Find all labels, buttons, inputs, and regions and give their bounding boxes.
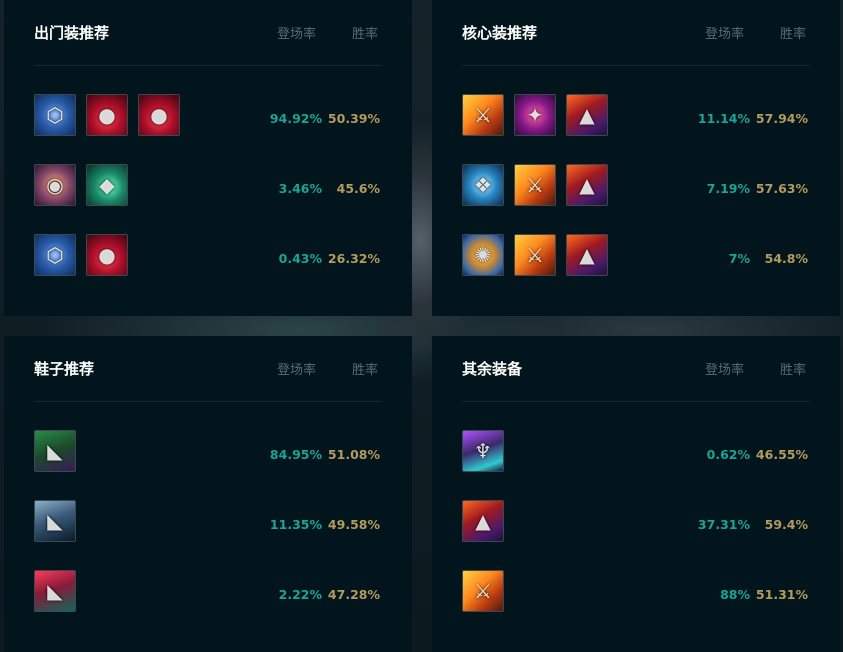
item-icons: ◣ bbox=[34, 560, 258, 612]
corrupting-potion-icon[interactable]: ◉ bbox=[34, 164, 76, 206]
infinity-edge-icon[interactable]: ⚔ bbox=[514, 234, 556, 276]
win-rate-value: 51.08% bbox=[327, 446, 380, 462]
build-row[interactable]: ⚔ 88% 51.31% bbox=[462, 559, 810, 629]
pick-rate-header: 登场率 bbox=[704, 27, 744, 42]
win-rate-value: 47.28% bbox=[327, 586, 380, 602]
item-icons: ⚔ ✦ ▲ bbox=[462, 84, 686, 136]
wizard-hat-icon[interactable]: ▲ bbox=[462, 500, 504, 542]
build-row[interactable]: ◣ 2.22% 47.28% bbox=[34, 559, 382, 629]
item-icons: ✺ ⚔ ▲ bbox=[462, 224, 686, 276]
pick-rate-value: 37.31% bbox=[697, 516, 750, 532]
panel-title: 其余装备 bbox=[462, 360, 523, 378]
win-rate-value: 46.55% bbox=[755, 446, 808, 462]
infinity-edge-icon[interactable]: ⚔ bbox=[462, 570, 504, 612]
pick-rate-header: 登场率 bbox=[704, 363, 744, 378]
pick-rate-value: 88% bbox=[720, 586, 750, 602]
shadowflame-icon[interactable]: ✦ bbox=[514, 94, 556, 136]
build-row[interactable]: ⬡ ● ● 94.92% 50.39% bbox=[34, 83, 382, 153]
pick-rate-value: 3.46% bbox=[278, 180, 322, 196]
win-rate-value: 49.58% bbox=[327, 516, 380, 532]
panel-boots: 鞋子推荐 登场率 胜率 ◣ 84.95% 51.08% ◣ 11.35% 49.58% ◣ 2… bbox=[4, 336, 412, 652]
health-potion-icon[interactable]: ● bbox=[86, 94, 128, 136]
panel-title: 鞋子推荐 bbox=[34, 360, 95, 378]
build-rows: ⬡ ● ● 94.92% 50.39% ◉ ◆ 3.46% 45.6% ⬡ ● 0.43% 26.32% bbox=[34, 66, 382, 293]
void-staff-icon[interactable]: ♆ bbox=[462, 430, 504, 472]
nashors-tooth-icon[interactable]: ❖ bbox=[462, 164, 504, 206]
item-icons: ▲ bbox=[462, 490, 686, 542]
item-icons: ♆ bbox=[462, 420, 686, 472]
build-row[interactable]: ❖ ⚔ ▲ 7.19% 57.63% bbox=[462, 153, 810, 223]
pick-rate-value: 7.19% bbox=[706, 180, 750, 196]
panel-header: 核心装推荐 登场率 胜率 bbox=[462, 0, 810, 66]
win-rate-value: 54.8% bbox=[764, 250, 808, 266]
win-rate-header: 胜率 bbox=[779, 27, 806, 42]
build-row[interactable]: ✺ ⚔ ▲ 7% 54.8% bbox=[462, 223, 810, 293]
item-icons: ◉ ◆ bbox=[34, 154, 258, 206]
pick-rate-header: 登场率 bbox=[276, 27, 316, 42]
build-row[interactable]: ◉ ◆ 3.46% 45.6% bbox=[34, 153, 382, 223]
build-rows: ◣ 84.95% 51.08% ◣ 11.35% 49.58% ◣ 2.22% 47.28% bbox=[34, 402, 382, 629]
build-row[interactable]: ◣ 11.35% 49.58% bbox=[34, 489, 382, 559]
infinity-edge-icon[interactable]: ⚔ bbox=[462, 94, 504, 136]
dorans-shield-icon[interactable]: ⬡ bbox=[34, 234, 76, 276]
wizard-hat-icon[interactable]: ▲ bbox=[566, 164, 608, 206]
health-potion-icon[interactable]: ● bbox=[138, 94, 180, 136]
dorans-shield-icon[interactable]: ⬡ bbox=[34, 94, 76, 136]
win-rate-value: 51.31% bbox=[755, 586, 808, 602]
plated-steelcaps-icon[interactable]: ◣ bbox=[34, 500, 76, 542]
win-rate-value: 45.6% bbox=[336, 180, 380, 196]
win-rate-header: 胜率 bbox=[779, 363, 806, 378]
win-rate-value: 50.39% bbox=[327, 110, 380, 126]
item-icons: ⬡ ● bbox=[34, 224, 258, 276]
pick-rate-value: 11.35% bbox=[269, 516, 322, 532]
item-icons: ❖ ⚔ ▲ bbox=[462, 154, 686, 206]
build-row[interactable]: ▲ 37.31% 59.4% bbox=[462, 489, 810, 559]
panel-header: 鞋子推荐 登场率 胜率 bbox=[34, 336, 382, 402]
panel-header: 其余装备 登场率 胜率 bbox=[462, 336, 810, 402]
win-rate-value: 59.4% bbox=[764, 516, 808, 532]
wizard-hat-icon[interactable]: ▲ bbox=[566, 234, 608, 276]
win-rate-header: 胜率 bbox=[351, 363, 378, 378]
build-row[interactable]: ◣ 84.95% 51.08% bbox=[34, 419, 382, 489]
stormsurge-icon[interactable]: ✺ bbox=[462, 234, 504, 276]
pick-rate-value: 7% bbox=[728, 250, 750, 266]
panel-start: 出门装推荐 登场率 胜率 ⬡ ● ● 94.92% 50.39% ◉ ◆ 3.46% 45.6%… bbox=[4, 0, 412, 316]
item-icons: ⬡ ● ● bbox=[34, 84, 258, 136]
refillable-potion-icon[interactable]: ◆ bbox=[86, 164, 128, 206]
mercury-treads-icon[interactable]: ◣ bbox=[34, 570, 76, 612]
pick-rate-value: 11.14% bbox=[697, 110, 750, 126]
win-rate-value: 26.32% bbox=[327, 250, 380, 266]
build-rows: ♆ 0.62% 46.55% ▲ 37.31% 59.4% ⚔ 88% 51.31% bbox=[462, 402, 810, 629]
pick-rate-header: 登场率 bbox=[276, 363, 316, 378]
infinity-edge-icon[interactable]: ⚔ bbox=[514, 164, 556, 206]
build-rows: ⚔ ✦ ▲ 11.14% 57.94% ❖ ⚔ ▲ 7.19% 57.63% ✺ ⚔ ▲ 7% 54.8% bbox=[462, 66, 810, 293]
pick-rate-value: 94.92% bbox=[269, 110, 322, 126]
item-icons: ◣ bbox=[34, 490, 258, 542]
pick-rate-value: 84.95% bbox=[269, 446, 322, 462]
item-icons: ◣ bbox=[34, 420, 258, 472]
build-row[interactable]: ⚔ ✦ ▲ 11.14% 57.94% bbox=[462, 83, 810, 153]
pick-rate-value: 2.22% bbox=[278, 586, 322, 602]
win-rate-header: 胜率 bbox=[351, 27, 378, 42]
panel-title: 核心装推荐 bbox=[462, 24, 538, 42]
panel-core: 核心装推荐 登场率 胜率 ⚔ ✦ ▲ 11.14% 57.94% ❖ ⚔ ▲ 7.19% 57.6… bbox=[432, 0, 840, 316]
panel-title: 出门装推荐 bbox=[34, 24, 110, 42]
pick-rate-value: 0.43% bbox=[278, 250, 322, 266]
sorcerers-shoes-icon[interactable]: ◣ bbox=[34, 430, 76, 472]
item-icons: ⚔ bbox=[462, 560, 686, 612]
build-row[interactable]: ⬡ ● 0.43% 26.32% bbox=[34, 223, 382, 293]
win-rate-value: 57.63% bbox=[755, 180, 808, 196]
wizard-hat-icon[interactable]: ▲ bbox=[566, 94, 608, 136]
health-potion-icon[interactable]: ● bbox=[86, 234, 128, 276]
pick-rate-value: 0.62% bbox=[706, 446, 750, 462]
build-row[interactable]: ♆ 0.62% 46.55% bbox=[462, 419, 810, 489]
panel-other: 其余装备 登场率 胜率 ♆ 0.62% 46.55% ▲ 37.31% 59.4% ⚔ 88%… bbox=[432, 336, 840, 652]
win-rate-value: 57.94% bbox=[755, 110, 808, 126]
panel-header: 出门装推荐 登场率 胜率 bbox=[34, 0, 382, 66]
